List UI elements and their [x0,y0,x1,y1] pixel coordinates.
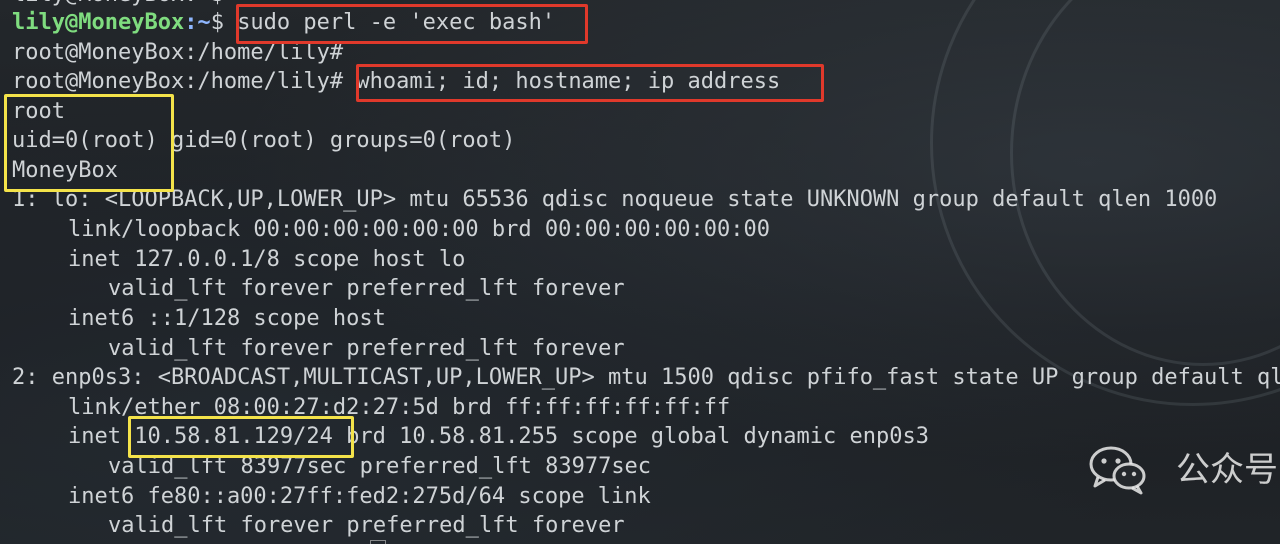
prompt-user-host: lily@MoneyBox [12,10,185,35]
prompt-path: :~ [184,10,211,35]
text-cursor [370,540,386,544]
ip-enp0s3-header: 2: enp0s3: <BROADCAST,MULTICAST,UP,LOWER… [12,365,1280,390]
highlight-ip-address [128,416,354,458]
inet-broadcast-scope: brd 10.58.81.255 scope global dynamic en… [332,424,929,449]
prompt-symbol: $ [210,10,238,35]
ip-enp0s3-inet6-valid-lft: valid_lft forever preferred_lft forever [108,513,625,538]
ip-lo-inet6-valid-lft: valid_lft forever preferred_lft forever [108,336,625,361]
ip-lo-link: link/loopback 00:00:00:00:00:00 brd 00:0… [68,217,770,242]
wechat-icon [1089,446,1146,495]
terminal-window[interactable]: lily@MoneyBox:~$ lily@MoneyBox:~$ sudo p… [0,0,1280,544]
watermark-text: 公众号 [1176,450,1278,490]
highlight-sudo-command [236,4,588,44]
highlight-root-identity [4,94,174,192]
ip-enp0s3-inet6: inet6 fe80::a00:27ff:fed2:275d/64 scope … [68,484,651,509]
ip-lo-valid-lft: valid_lft forever preferred_lft forever [108,276,625,301]
ip-lo-header: 1: lo: <LOOPBACK,UP,LOWER_UP> mtu 65536 … [12,187,1218,212]
watermark: 公众号 [1084,440,1280,500]
ip-lo-inet: inet 127.0.0.1/8 scope host lo [68,247,466,272]
inet-label: inet [68,424,135,449]
root-prompt: root@MoneyBox:/home/lily# [12,69,344,94]
output-gid-groups: gid=0(root) groups=0(root) [157,128,516,153]
highlight-whoami-command [356,64,824,102]
ip-lo-inet6: inet6 ::1/128 scope host [68,306,386,331]
